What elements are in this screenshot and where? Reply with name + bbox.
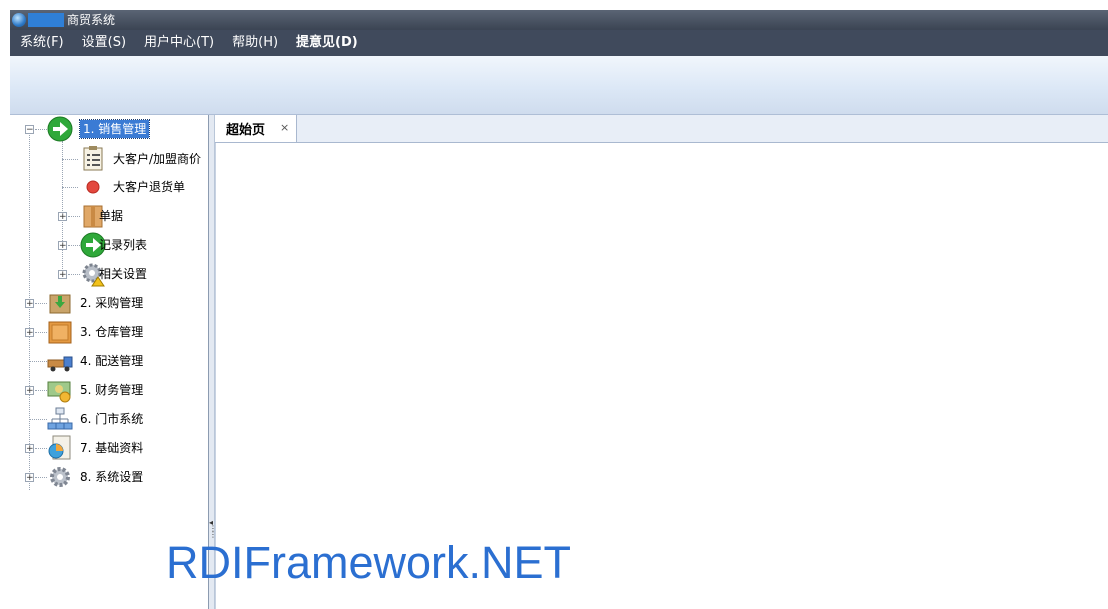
menu-settings[interactable]: 设置(S) [72,30,134,56]
tree-node-related-settings[interactable]: 相关设置 [99,265,147,283]
tree-expand-toggle[interactable]: + [25,328,34,338]
red-dot-icon [86,180,100,194]
menu-system[interactable]: 系统(F) [10,30,72,56]
tree-node-basic-data[interactable]: 7. 基础资料 [80,439,143,457]
green-arrow-icon [47,116,73,142]
window-title: 商贸系统 [67,13,116,27]
tree-collapse-toggle[interactable]: − [25,125,34,135]
tree-guide-line [29,135,30,490]
tree-expand-toggle[interactable]: + [25,473,34,483]
menu-bar: 系统(F) 设置(S) 用户中心(T) 帮助(H) 提意见(D) [10,30,1108,56]
tree-expand-toggle[interactable]: + [25,299,34,309]
crate-icon [48,321,72,344]
tree-node-store[interactable]: 6. 门市系统 [80,410,143,428]
tab-strip: 超始页 × [215,115,1108,143]
money-icon [47,381,71,403]
tree-node-vip-price[interactable]: 大客户/加盟商价 [113,150,201,168]
tab-close-icon[interactable]: × [280,121,289,134]
tab-label: 超始页 [226,123,266,138]
clipboard-icon [83,146,103,171]
tree-node-purchase[interactable]: 2. 采购管理 [80,294,143,312]
tab-start-page[interactable]: 超始页 × [215,115,297,142]
truck-icon [47,356,73,372]
package-arrow-icon [49,294,71,314]
tree-expand-toggle[interactable]: + [58,212,67,222]
tree-node-documents[interactable]: 单据 [99,207,123,225]
tree-expand-toggle[interactable]: + [58,270,67,280]
watermark-text: RDIFramework.NET [166,537,572,588]
tree-node-warehouse[interactable]: 3. 仓库管理 [80,323,143,341]
menu-feedback[interactable]: 提意见(D) [286,30,366,56]
tree-expand-toggle[interactable]: + [25,386,34,396]
tree-guide-line [62,141,63,275]
tree-expand-toggle[interactable]: + [25,444,34,454]
tree-node-records[interactable]: 记录列表 [99,236,147,254]
title-highlight [28,13,64,27]
menu-user-center[interactable]: 用户中心(T) [134,30,222,56]
menu-help[interactable]: 帮助(H) [222,30,286,56]
pie-doc-icon [48,435,71,460]
tree-node-delivery[interactable]: 4. 配送管理 [80,352,143,370]
toolbar-area [10,56,1108,115]
title-bar: 商贸系统 [10,10,1108,30]
tree-node-system-settings[interactable]: 8. 系统设置 [80,468,143,486]
app-logo-icon [12,13,26,27]
tree-expand-toggle[interactable]: + [58,241,67,251]
tree-node-finance[interactable]: 5. 财务管理 [80,381,143,399]
tree-node-vip-return[interactable]: 大客户退货单 [113,178,185,196]
navigation-tree: − 1. 销售管理 大客户/加盟商价 大客户退货单 + 单据 + 记录列表 + [10,115,209,609]
network-icon [47,407,73,430]
gear-icon [50,467,70,487]
tree-node-sales[interactable]: 1. 销售管理 [78,119,151,139]
